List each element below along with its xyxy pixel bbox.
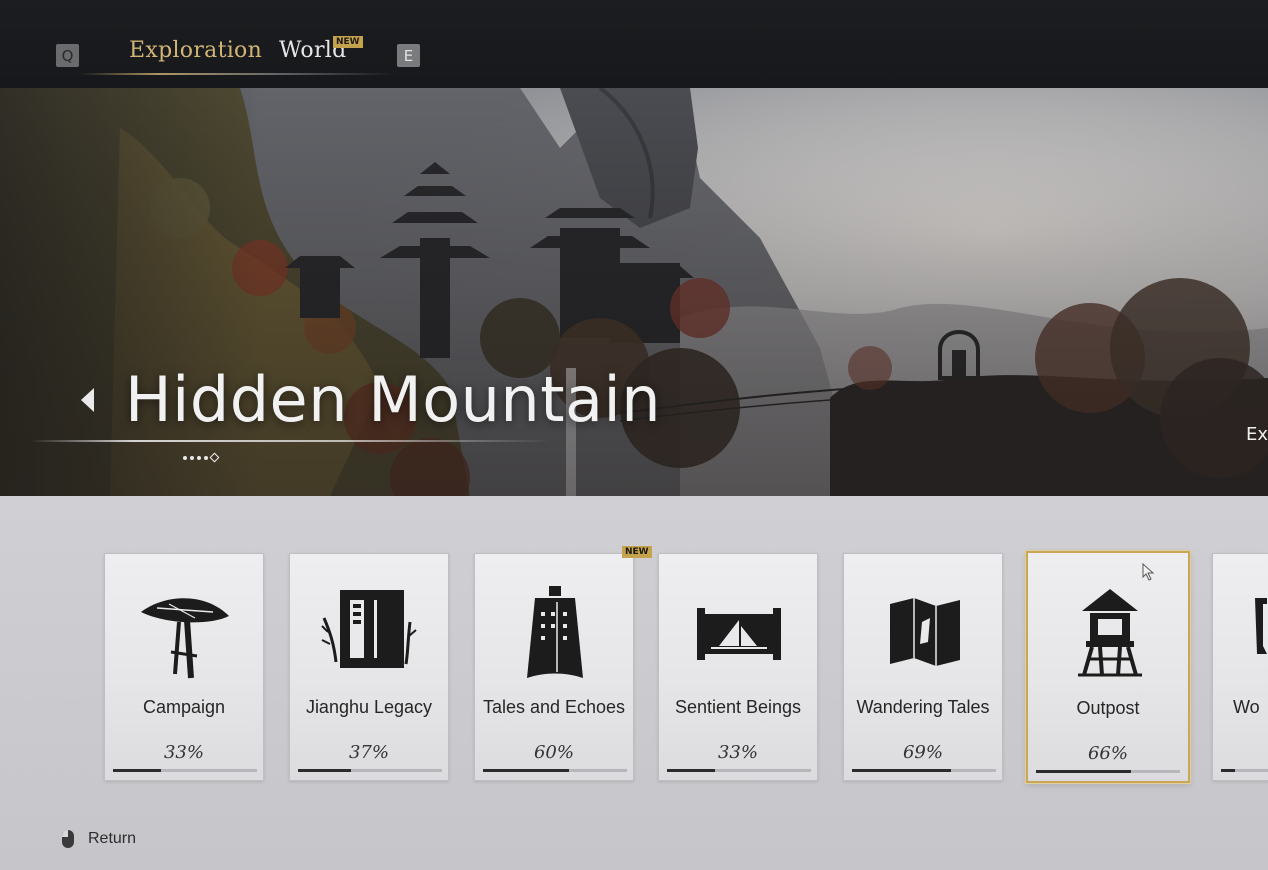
card-label: Outpost — [1076, 698, 1140, 718]
progress-fill — [1221, 769, 1236, 772]
card-label: Wo — [1233, 697, 1260, 717]
return-button[interactable]: Return — [88, 830, 136, 848]
category-card-campaign[interactable]: Campaign 33% — [104, 553, 264, 781]
card-label: Jianghu Legacy — [305, 697, 433, 717]
progress-fill — [113, 769, 161, 772]
title-divider — [30, 440, 550, 442]
page-dot[interactable] — [197, 455, 201, 460]
category-card-partial[interactable]: Wo — [1212, 553, 1268, 781]
prev-tab-key-hint[interactable]: Q — [56, 44, 79, 67]
page-dot[interactable] — [204, 455, 208, 460]
mouse-cursor-icon — [1142, 563, 1155, 581]
world-new-badge: NEW — [333, 36, 363, 48]
card-label: Wandering Tales — [856, 697, 990, 717]
card-percent: 66% — [1087, 743, 1128, 764]
category-card-jianghu-legacy[interactable]: Jianghu Legacy 37% — [289, 553, 449, 781]
shrine-book-icon — [321, 590, 417, 668]
folded-map-icon — [890, 598, 960, 666]
card-percent: 69% — [902, 742, 943, 763]
partial-card-icon — [1255, 598, 1267, 654]
card-percent: 33% — [717, 742, 758, 763]
progress-fill — [1036, 770, 1132, 773]
watchtower-icon — [1078, 589, 1142, 677]
progress-fill — [298, 769, 352, 772]
card-percent: 37% — [348, 742, 389, 763]
page-dot-active[interactable] — [209, 452, 220, 463]
top-bar: Q Exploration World NEW E — [0, 0, 1268, 88]
progress-bar — [852, 769, 996, 772]
category-card-tales-and-echoes[interactable]: Tales and Echoes 60% — [474, 553, 634, 781]
progress-bar — [1221, 769, 1268, 772]
category-card-wandering-tales[interactable]: Wandering Tales 69% — [843, 553, 1003, 781]
card-label: Campaign — [142, 697, 226, 717]
next-region-label[interactable]: Ex — [1246, 424, 1268, 445]
progress-bar — [298, 769, 442, 772]
bell-icon — [527, 586, 583, 678]
region-title: Hidden Mountain — [125, 363, 662, 436]
tab-exploration[interactable]: Exploration — [129, 38, 262, 63]
region-banner: Hidden Mountain Ex — [0, 88, 1268, 496]
progress-fill — [667, 769, 715, 772]
straw-hat-icon — [141, 598, 229, 679]
progress-bar — [113, 769, 257, 772]
card-percent: 60% — [533, 742, 574, 763]
page-dot[interactable] — [183, 455, 187, 460]
progress-bar — [483, 769, 627, 772]
page-dot[interactable] — [190, 455, 194, 460]
card-label: Tales and Echoes — [482, 697, 626, 717]
tales-new-badge: NEW — [622, 546, 652, 558]
progress-fill — [483, 769, 570, 772]
tab-underline — [80, 73, 395, 75]
progress-fill — [852, 769, 952, 772]
prev-region-arrow-icon[interactable] — [81, 388, 94, 412]
progress-bar — [667, 769, 811, 772]
mouse-icon — [62, 830, 74, 848]
scroll-painting-icon — [697, 608, 781, 660]
card-percent: 33% — [163, 742, 204, 763]
next-tab-key-hint[interactable]: E — [397, 44, 420, 67]
progress-bar — [1036, 770, 1180, 773]
card-label: Sentient Beings — [674, 697, 802, 717]
region-pagination — [183, 452, 220, 463]
category-card-sentient-beings[interactable]: Sentient Beings 33% — [658, 553, 818, 781]
category-card-outpost[interactable]: Outpost 66% — [1026, 551, 1190, 783]
